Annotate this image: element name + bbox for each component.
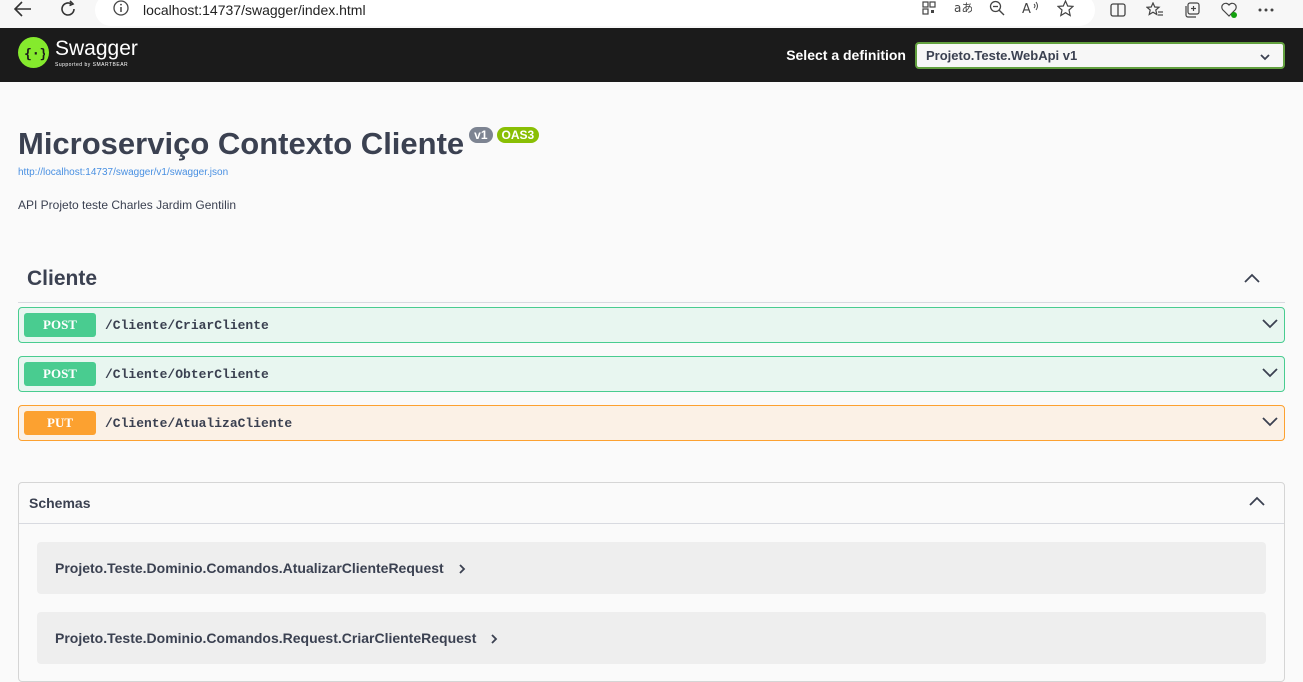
method-badge: PUT	[24, 411, 96, 435]
more-options-icon[interactable]	[1256, 0, 1276, 20]
definition-select[interactable]: Projeto.Teste.WebApi v1	[915, 42, 1285, 69]
operation-post-criar-cliente[interactable]: POST /Cliente/CriarCliente	[18, 307, 1285, 343]
svg-text:aあ: aあ	[954, 1, 972, 15]
chevron-down-icon	[1259, 50, 1271, 65]
swagger-logo-icon: {·}	[18, 37, 49, 68]
chevron-up-icon[interactable]	[1248, 494, 1266, 512]
method-badge: POST	[24, 362, 96, 386]
chevron-down-icon[interactable]	[1260, 317, 1280, 336]
operation-post-obter-cliente[interactable]: POST /Cliente/ObterCliente	[18, 356, 1285, 392]
spec-url-link[interactable]: http://localhost:14737/swagger/v1/swagge…	[18, 167, 228, 178]
method-badge: POST	[24, 313, 96, 337]
split-screen-icon[interactable]	[1108, 0, 1128, 20]
operation-path: /Cliente/AtualizaCliente	[105, 415, 293, 431]
operation-path: /Cliente/ObterCliente	[105, 366, 269, 382]
schema-model-name: Projeto.Teste.Dominio.Comandos.Request.C…	[55, 630, 477, 646]
logo-name: Swagger	[55, 36, 138, 60]
schemas-title: Schemas	[29, 495, 91, 511]
info-icon[interactable]	[113, 0, 129, 21]
api-title: Microserviço Contexto Cliente v1 OAS3	[18, 126, 540, 162]
chevron-right-icon[interactable]	[490, 631, 498, 649]
schemas-header[interactable]: Schemas	[19, 483, 1284, 524]
api-description: API Projeto teste Charles Jardim Gentili…	[18, 198, 237, 212]
chevron-down-icon[interactable]	[1260, 366, 1280, 385]
read-aloud-icon[interactable]: A	[1021, 0, 1041, 18]
qr-code-icon[interactable]	[919, 0, 939, 18]
definition-value: Projeto.Teste.WebApi v1	[926, 48, 1078, 63]
api-title-text: Microserviço Contexto Cliente	[18, 126, 465, 161]
browser-essentials-icon[interactable]	[1219, 0, 1239, 20]
chevron-up-icon[interactable]	[1243, 271, 1261, 289]
schemas-section: Schemas Projeto.Teste.Dominio.Comandos.A…	[18, 482, 1285, 682]
oas-badge: OAS3	[496, 127, 540, 143]
schema-model-item[interactable]: Projeto.Teste.Dominio.Comandos.Atualizar…	[37, 542, 1266, 594]
logo-subtitle: Supported by SMARTBEAR	[55, 61, 129, 68]
url-text[interactable]: localhost:14737/swagger/index.html	[143, 2, 366, 18]
swagger-topbar: {·} Swagger Supported by SMARTBEAR Selec…	[0, 28, 1303, 82]
refresh-icon[interactable]	[55, 0, 81, 22]
schema-model-name: Projeto.Teste.Dominio.Comandos.Atualizar…	[55, 560, 444, 576]
address-bar[interactable]: localhost:14737/swagger/index.html aあ A	[95, 0, 1095, 26]
back-icon[interactable]	[10, 0, 36, 22]
collections-icon[interactable]	[1182, 0, 1202, 20]
chevron-down-icon[interactable]	[1260, 415, 1280, 434]
tag-name: Cliente	[27, 266, 98, 290]
operation-put-atualiza-cliente[interactable]: PUT /Cliente/AtualizaCliente	[18, 405, 1285, 441]
browser-toolbar: localhost:14737/swagger/index.html aあ A	[0, 0, 1303, 28]
favorite-star-icon[interactable]	[1055, 0, 1075, 18]
svg-text:{·}: {·}	[24, 47, 45, 62]
schema-model-item[interactable]: Projeto.Teste.Dominio.Comandos.Request.C…	[37, 612, 1266, 664]
zoom-out-icon[interactable]	[987, 0, 1007, 18]
favorites-icon[interactable]	[1145, 0, 1165, 20]
tag-header-cliente[interactable]: Cliente	[18, 255, 1285, 303]
swagger-logo[interactable]: {·} Swagger Supported by SMARTBEAR	[18, 37, 138, 68]
version-badge: v1	[469, 127, 493, 143]
translate-icon[interactable]: aあ	[953, 0, 973, 18]
svg-text:A: A	[1022, 2, 1031, 15]
operation-path: /Cliente/CriarCliente	[105, 317, 269, 333]
definition-label: Select a definition	[786, 47, 906, 63]
chevron-right-icon[interactable]	[458, 561, 466, 579]
